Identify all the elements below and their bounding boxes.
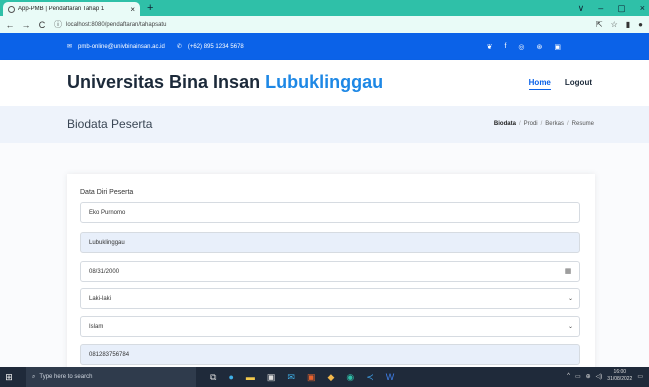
address-bar[interactable]: ⓘ localhost:8080/pendaftaran/tahapsatu xyxy=(54,19,596,30)
linkedin-icon[interactable]: ▣ xyxy=(554,43,561,51)
battery-icon[interactable]: ▭ xyxy=(575,373,581,380)
jenis-kelamin-value: Laki-laki xyxy=(89,295,112,302)
contact-email[interactable]: pmb-online@univbinainsan.ac.id xyxy=(78,44,165,50)
brand-accent: Lubuklinggau xyxy=(265,72,384,92)
breadcrumb-prodi[interactable]: Prodi xyxy=(524,121,538,127)
url-text: localhost:8080/pendaftaran/tahapsatu xyxy=(66,21,167,28)
phone-icon: ✆ xyxy=(176,44,182,50)
taskbar-search[interactable]: ⌕ Type here to search xyxy=(26,367,196,387)
window-controls: ∨ – ▢ × xyxy=(578,1,645,15)
tempat-lahir-value: Lubuklinggau xyxy=(89,239,125,246)
page-titlebar: Biodata Peserta Biodata / Prodi / Berkas… xyxy=(0,106,649,143)
tray-chevron-icon[interactable]: ^ xyxy=(567,373,570,379)
nama-field[interactable]: Eko Purnomo xyxy=(80,202,580,223)
minimize-button[interactable]: – xyxy=(598,1,603,15)
instagram-icon[interactable]: ◎ xyxy=(518,43,524,51)
network-icon[interactable]: ⊕ xyxy=(586,373,591,380)
mail-app-icon[interactable]: ✉ xyxy=(287,372,295,383)
skype-icon[interactable]: ⊛ xyxy=(537,43,543,51)
site-logo[interactable]: Universitas Bina Insan Lubuklinggau xyxy=(67,72,383,93)
chrome-icon[interactable]: ◉ xyxy=(346,372,354,383)
vscode-icon[interactable]: ≺ xyxy=(366,372,374,383)
site-info-icon[interactable]: ⓘ xyxy=(54,19,62,30)
clock-date: 31/08/2022 xyxy=(607,376,633,382)
git-icon[interactable]: ◆ xyxy=(327,372,334,383)
breadcrumb-biodata[interactable]: Biodata xyxy=(494,121,516,127)
tanggal-lahir-value: 08/31/2000 xyxy=(89,268,120,275)
brand-main: Universitas Bina Insan xyxy=(67,72,261,92)
volume-icon[interactable]: ◁) xyxy=(596,373,603,380)
system-tray: ^ ▭ ⊕ ◁) 16:00 31/08/2022 ▭ xyxy=(567,369,643,383)
file-explorer-icon[interactable]: ▬ xyxy=(246,372,255,383)
task-view-icon[interactable]: ⧉ xyxy=(210,372,216,383)
taskbar-search-placeholder: Type here to search xyxy=(39,374,93,380)
contact-info: ✉ pmb-online@univbinainsan.ac.id ✆ (+62)… xyxy=(67,43,244,51)
word-icon[interactable]: W xyxy=(386,372,395,383)
browser-tabbar: App-PMB | Pendaftaran Tahap 1 × + ∨ – ▢ … xyxy=(0,0,649,16)
site-favicon-icon xyxy=(8,5,15,13)
tempat-lahir-field[interactable]: Lubuklinggau xyxy=(80,232,580,253)
breadcrumb: Biodata / Prodi / Berkas / Resume xyxy=(494,121,594,127)
share-icon[interactable]: ⇱ xyxy=(596,20,603,29)
telepon-field[interactable]: 081283756784 xyxy=(80,344,580,365)
contact-topbar: ✉ pmb-online@univbinainsan.ac.id ✆ (+62)… xyxy=(0,33,649,60)
nama-value: Eko Purnomo xyxy=(89,209,126,216)
search-icon: ⌕ xyxy=(32,373,36,380)
telepon-value: 081283756784 xyxy=(89,351,130,358)
breadcrumb-berkas[interactable]: Berkas xyxy=(545,121,564,127)
agama-select[interactable]: Islam ⌄ xyxy=(80,316,580,337)
facebook-icon[interactable]: f xyxy=(504,43,506,51)
taskbar-apps: ⧉ ● ▬ ▣ ✉ ▣ ◆ ◉ ≺ W xyxy=(210,372,394,383)
browser-tab[interactable]: App-PMB | Pendaftaran Tahap 1 × xyxy=(3,2,140,16)
main-content: Data Diri Peserta Eko Purnomo Lubuklingg… xyxy=(0,143,649,374)
breadcrumb-separator: / xyxy=(540,121,543,127)
reload-button[interactable]: C xyxy=(36,20,48,30)
biodata-form-card: Data Diri Peserta Eko Purnomo Lubuklingg… xyxy=(67,174,595,374)
chevron-down-icon: ⌄ xyxy=(567,324,573,330)
agama-value: Islam xyxy=(89,323,104,330)
form-section-label: Data Diri Peserta xyxy=(80,189,134,196)
store-icon[interactable]: ▣ xyxy=(267,372,276,383)
tab-search-button[interactable]: ∨ xyxy=(578,1,585,15)
forward-button[interactable]: → xyxy=(20,20,32,30)
page-title: Biodata Peserta xyxy=(67,117,153,131)
jenis-kelamin-select[interactable]: Laki-laki ⌄ xyxy=(80,288,580,309)
breadcrumb-resume[interactable]: Resume xyxy=(572,121,594,127)
profile-avatar-icon[interactable]: ● xyxy=(638,20,643,29)
calendar-icon[interactable]: ▦ xyxy=(563,267,573,277)
clock-time: 16:00 xyxy=(613,369,627,375)
main-nav: Home Logout xyxy=(528,78,592,90)
mail-icon: ✉ xyxy=(67,44,73,50)
browser-toolbar: ← → C ⓘ localhost:8080/pendaftaran/tahap… xyxy=(0,16,649,33)
tab-title: App-PMB | Pendaftaran Tahap 1 xyxy=(18,6,105,12)
maximize-button[interactable]: ▢ xyxy=(617,1,626,15)
chevron-down-icon: ⌄ xyxy=(567,296,573,302)
windows-taskbar: ⊞ ⌕ Type here to search ⧉ ● ▬ ▣ ✉ ▣ ◆ ◉ … xyxy=(0,367,649,387)
office-icon[interactable]: ▣ xyxy=(307,372,316,383)
edge-icon[interactable]: ● xyxy=(228,372,233,383)
contact-phone: (+62) 895 1234 5678 xyxy=(187,43,244,50)
system-clock[interactable]: 16:00 31/08/2022 xyxy=(607,369,632,383)
site-header: Universitas Bina Insan Lubuklinggau Home… xyxy=(0,60,649,106)
twitter-icon[interactable]: ❦ xyxy=(487,43,493,51)
start-button-icon[interactable]: ⊞ xyxy=(0,372,18,383)
nav-logout[interactable]: Logout xyxy=(565,78,592,90)
back-button[interactable]: ← xyxy=(4,20,16,30)
tanggal-lahir-field[interactable]: 08/31/2000 ▦ xyxy=(80,261,580,282)
new-tab-button[interactable]: + xyxy=(147,1,153,15)
breadcrumb-separator: / xyxy=(566,121,569,127)
browser-actions: ⇱ ☆ ▮ ● xyxy=(596,20,643,29)
notification-icon[interactable]: ▭ xyxy=(637,373,643,380)
close-window-button[interactable]: × xyxy=(640,1,645,15)
nav-home[interactable]: Home xyxy=(528,78,551,90)
breadcrumb-separator: / xyxy=(518,121,521,127)
sidebar-panel-icon[interactable]: ▮ xyxy=(626,20,630,29)
tab-close-icon[interactable]: × xyxy=(130,5,135,14)
social-links: ❦ f ◎ ⊛ ▣ xyxy=(487,43,561,51)
bookmark-star-icon[interactable]: ☆ xyxy=(611,20,618,29)
